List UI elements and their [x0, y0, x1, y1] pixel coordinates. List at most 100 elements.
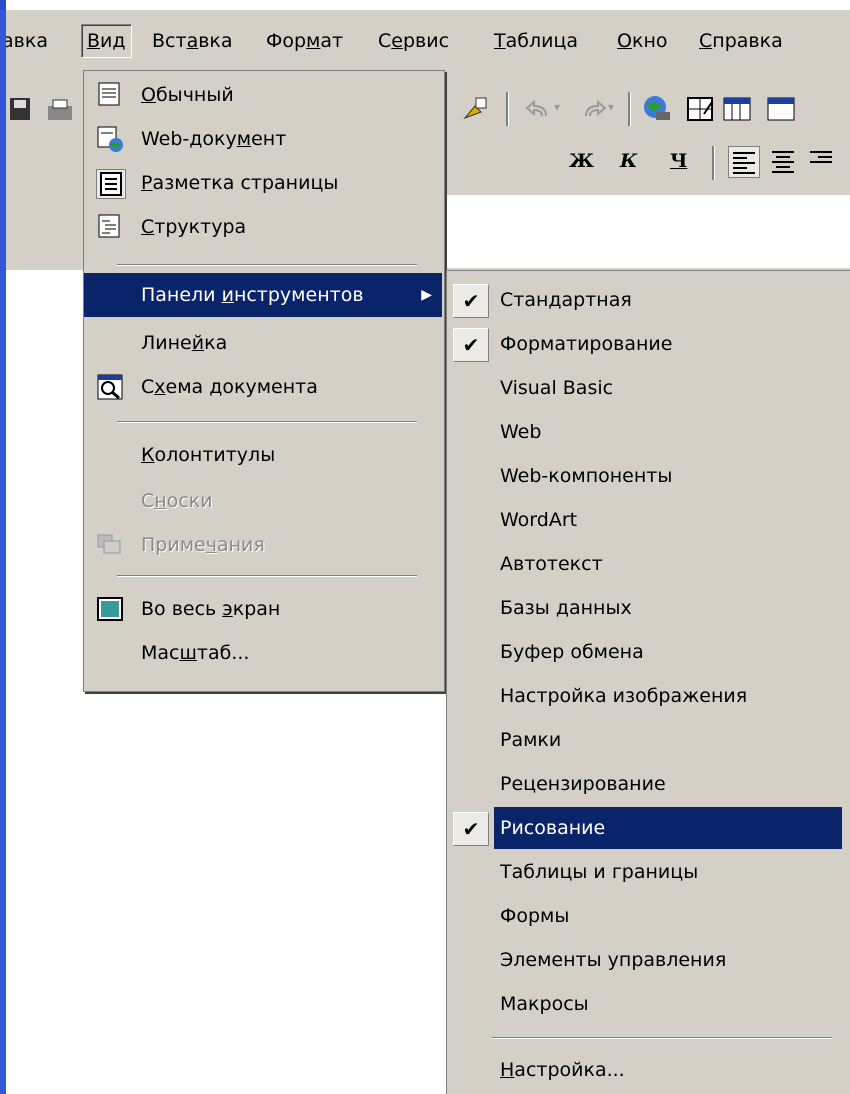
submenu-item-formatting[interactable]: ✔ Форматирование: [447, 323, 847, 365]
menu-item-label: Линейка: [141, 332, 228, 354]
submenu-item-standard[interactable]: ✔ Стандартная: [447, 279, 847, 321]
toolbar-separator: [506, 92, 509, 126]
comments-icon: [97, 534, 121, 554]
submenu-item-label: Рецензирование: [500, 773, 666, 795]
menu-separator: [117, 421, 417, 423]
normal-view-icon: [98, 82, 120, 106]
tables-borders-icon[interactable]: [686, 94, 716, 124]
submenu-item-picture[interactable]: Настройка изображения: [447, 675, 847, 717]
submenu-item-label: Базы данных: [500, 597, 632, 619]
align-center-icon[interactable]: [768, 146, 798, 176]
menu-item-label: Примечания: [141, 534, 265, 556]
underline-button[interactable]: Ч: [670, 150, 687, 172]
checkmark-icon: ✔: [453, 284, 489, 318]
menu-item-document-map[interactable]: Схема документа: [84, 365, 442, 409]
menu-item-label: Обычный: [141, 84, 234, 106]
submenu-item-forms[interactable]: Формы: [447, 895, 847, 937]
submenu-item-label: Visual Basic: [500, 377, 614, 399]
menu-item-comments: Примечания: [84, 523, 442, 567]
word-window: авка Вид Вставка Формат Сервис Таблица О…: [6, 0, 850, 1094]
submenu-item-tables-borders[interactable]: Таблицы и границы: [447, 851, 847, 893]
menu-item-print-layout[interactable]: Разметка страницы: [84, 161, 442, 205]
submenu-arrow-icon: ▶: [421, 287, 432, 303]
print-layout-icon: [96, 169, 126, 199]
submenu-item-label: Настройка...: [500, 1059, 625, 1081]
submenu-item-label: Web-компоненты: [500, 465, 673, 487]
submenu-item-customize[interactable]: Настройка...: [447, 1049, 847, 1091]
menu-table[interactable]: Таблица: [494, 30, 578, 52]
submenu-item-label: Настройка изображения: [500, 685, 748, 707]
menu-item-headers-footers[interactable]: Колонтитулы: [84, 433, 442, 477]
submenu-item-control-toolbox[interactable]: Элементы управления: [447, 939, 847, 981]
submenu-item-label: Рамки: [500, 729, 562, 751]
menu-bar: авка Вид Вставка Формат Сервис Таблица О…: [6, 10, 850, 70]
submenu-item-label: Элементы управления: [500, 949, 727, 971]
menu-item-label: Сноски: [141, 490, 213, 512]
full-screen-icon: [97, 597, 123, 621]
checkmark-icon: ✔: [453, 328, 489, 362]
menu-insert[interactable]: Вставка: [152, 30, 233, 52]
menu-item-web-layout[interactable]: Web-документ: [84, 117, 442, 161]
toolbars-submenu: ✔ Стандартная ✔ Форматирование Visual Ba…: [446, 270, 850, 1094]
submenu-item-clipboard[interactable]: Буфер обмена: [447, 631, 847, 673]
menu-item-ruler[interactable]: Линейка: [84, 321, 442, 365]
undo-icon[interactable]: [524, 96, 554, 126]
toolbar-separator: [628, 92, 631, 126]
submenu-item-databases[interactable]: Базы данных: [447, 587, 847, 629]
submenu-item-macros[interactable]: Макросы: [447, 983, 847, 1025]
menu-separator: [492, 1037, 832, 1039]
menu-item-label: Колонтитулы: [141, 444, 276, 466]
menu-view[interactable]: Вид: [81, 24, 132, 58]
menu-item-normal[interactable]: Обычный: [84, 73, 442, 117]
menu-item-label: Web-документ: [141, 128, 287, 150]
submenu-item-label: Буфер обмена: [500, 641, 644, 663]
redo-icon[interactable]: [578, 96, 608, 126]
submenu-item-visual-basic[interactable]: Visual Basic: [447, 367, 847, 409]
document-map-icon: [97, 374, 123, 400]
bold-button[interactable]: Ж: [569, 150, 594, 172]
italic-button[interactable]: К: [620, 150, 637, 172]
submenu-item-label: Макросы: [500, 993, 589, 1015]
save-icon[interactable]: [8, 94, 38, 124]
menu-tools[interactable]: Сервис: [378, 30, 449, 52]
ruler-area: [441, 195, 850, 268]
outline-view-icon: [98, 214, 120, 238]
align-right-icon[interactable]: [806, 146, 836, 176]
toolbar-separator: [712, 146, 715, 180]
menu-separator: [117, 264, 417, 266]
submenu-item-label: Таблицы и границы: [500, 861, 699, 883]
submenu-item-drawing[interactable]: ✔ Рисование: [447, 807, 847, 849]
submenu-item-web-components[interactable]: Web-компоненты: [447, 455, 847, 497]
submenu-item-web[interactable]: Web: [447, 411, 847, 453]
menu-item-label: Разметка страницы: [141, 172, 339, 194]
menu-item-outline[interactable]: Структура: [84, 205, 442, 249]
print-icon[interactable]: [46, 98, 76, 128]
undo-dropdown-icon[interactable]: ▾: [554, 100, 560, 114]
insert-excel-icon[interactable]: [766, 94, 796, 124]
submenu-item-label: Рисование: [494, 807, 842, 849]
menu-item-zoom[interactable]: Масштаб...: [84, 631, 442, 675]
menu-item-label: Панели инструментов: [141, 284, 364, 306]
menu-item-label: Структура: [141, 216, 247, 238]
menu-format[interactable]: Формат: [266, 30, 343, 52]
menu-item-label: Схема документа: [141, 376, 318, 398]
submenu-item-label: Формы: [500, 905, 570, 927]
hyperlink-globe-icon[interactable]: [642, 94, 672, 124]
menu-separator: [117, 575, 417, 577]
insert-table-icon[interactable]: [722, 94, 752, 124]
redo-dropdown-icon[interactable]: ▾: [608, 100, 614, 114]
submenu-item-frames[interactable]: Рамки: [447, 719, 847, 761]
menu-item-toolbars[interactable]: Панели инструментов ▶: [84, 273, 442, 317]
menu-help[interactable]: Справка: [699, 30, 783, 52]
view-menu-dropdown: Обычный Web-документ Разметка страницы С…: [83, 70, 445, 692]
menu-window[interactable]: Окно: [617, 30, 668, 52]
submenu-item-autotext[interactable]: Автотекст: [447, 543, 847, 585]
submenu-item-reviewing[interactable]: Рецензирование: [447, 763, 847, 805]
format-painter-icon[interactable]: [461, 94, 491, 124]
menu-item-full-screen[interactable]: Во весь экран: [84, 587, 442, 631]
submenu-item-wordart[interactable]: WordArt: [447, 499, 847, 541]
menu-item-label: Во весь экран: [141, 598, 281, 620]
menu-edit[interactable]: авка: [6, 30, 48, 52]
submenu-item-label: WordArt: [500, 509, 578, 531]
align-left-icon[interactable]: [728, 146, 760, 178]
